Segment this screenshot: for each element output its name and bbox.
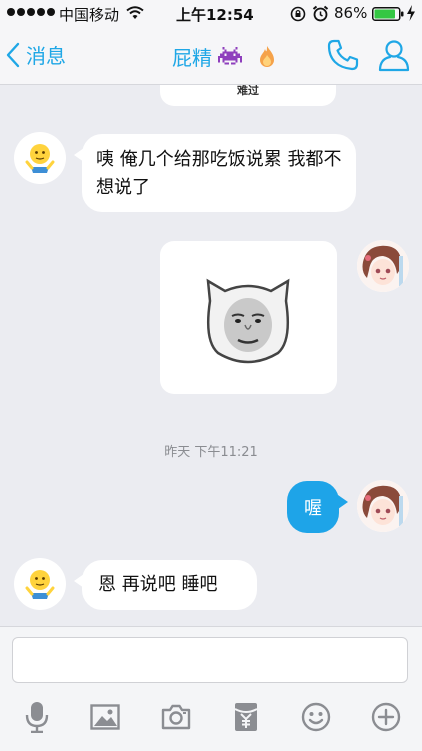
rotation-lock-icon — [290, 6, 306, 22]
camera-icon[interactable] — [161, 701, 191, 733]
chat-title: 屁精 — [172, 42, 278, 71]
red-packet-icon[interactable] — [231, 701, 261, 733]
message-timestamp: 昨天 下午11:21 — [164, 445, 258, 460]
image-icon[interactable] — [90, 701, 120, 733]
input-area — [0, 626, 422, 751]
carrier-name: 中国移动 — [59, 6, 120, 24]
battery-icon — [372, 7, 404, 21]
back-label: 消息 — [26, 44, 66, 68]
profile-icon[interactable] — [377, 38, 411, 72]
message-text: 咦 俺几个给那吃饭说累 我都不想说了 — [96, 149, 342, 198]
incoming-message-bubble[interactable]: 咦 俺几个给那吃饭说累 我都不想说了 — [74, 134, 356, 212]
contact-avatar[interactable] — [14, 132, 66, 184]
plus-icon[interactable] — [371, 701, 401, 733]
status-bar: 中国移动 上午12:54 86% — [0, 0, 422, 28]
signal-strength-icon — [7, 8, 55, 16]
emoji-shrug-avatar-icon — [25, 144, 55, 173]
chevron-left-icon — [6, 42, 20, 67]
sticker-face-image — [206, 278, 290, 364]
anime-girl-avatar-icon — [357, 480, 409, 532]
status-time: 上午12:54 — [176, 6, 254, 24]
alarm-icon — [312, 5, 329, 22]
wifi-icon — [126, 6, 144, 19]
back-button[interactable]: 消息 — [6, 40, 66, 69]
sticker-message[interactable] — [160, 241, 337, 394]
microphone-icon[interactable] — [22, 701, 52, 733]
nav-bar: 消息 屁精 — [0, 28, 422, 84]
contact-avatar[interactable] — [14, 558, 66, 610]
alien-monster-icon — [218, 46, 242, 65]
emoji-icon[interactable] — [301, 701, 331, 733]
header: 中国移动 上午12:54 86% 消息 屁精 — [0, 0, 422, 85]
phone-icon[interactable] — [326, 38, 360, 72]
my-avatar[interactable] — [357, 480, 409, 532]
flame-icon — [260, 45, 274, 67]
my-avatar[interactable] — [357, 240, 409, 292]
message-text: 喔 — [304, 498, 322, 519]
charging-icon — [407, 5, 415, 21]
message-text: 恩 再说吧 睡吧 — [98, 574, 218, 595]
emoji-shrug-avatar-icon — [25, 570, 55, 599]
battery-percentage: 86% — [334, 4, 368, 22]
incoming-message-bubble[interactable]: 恩 再说吧 睡吧 — [74, 560, 257, 610]
message-input[interactable] — [12, 637, 408, 683]
outgoing-message-bubble[interactable]: 喔 — [287, 481, 348, 533]
anime-girl-avatar-icon — [357, 240, 409, 292]
contact-name: 屁精 — [172, 46, 212, 70]
